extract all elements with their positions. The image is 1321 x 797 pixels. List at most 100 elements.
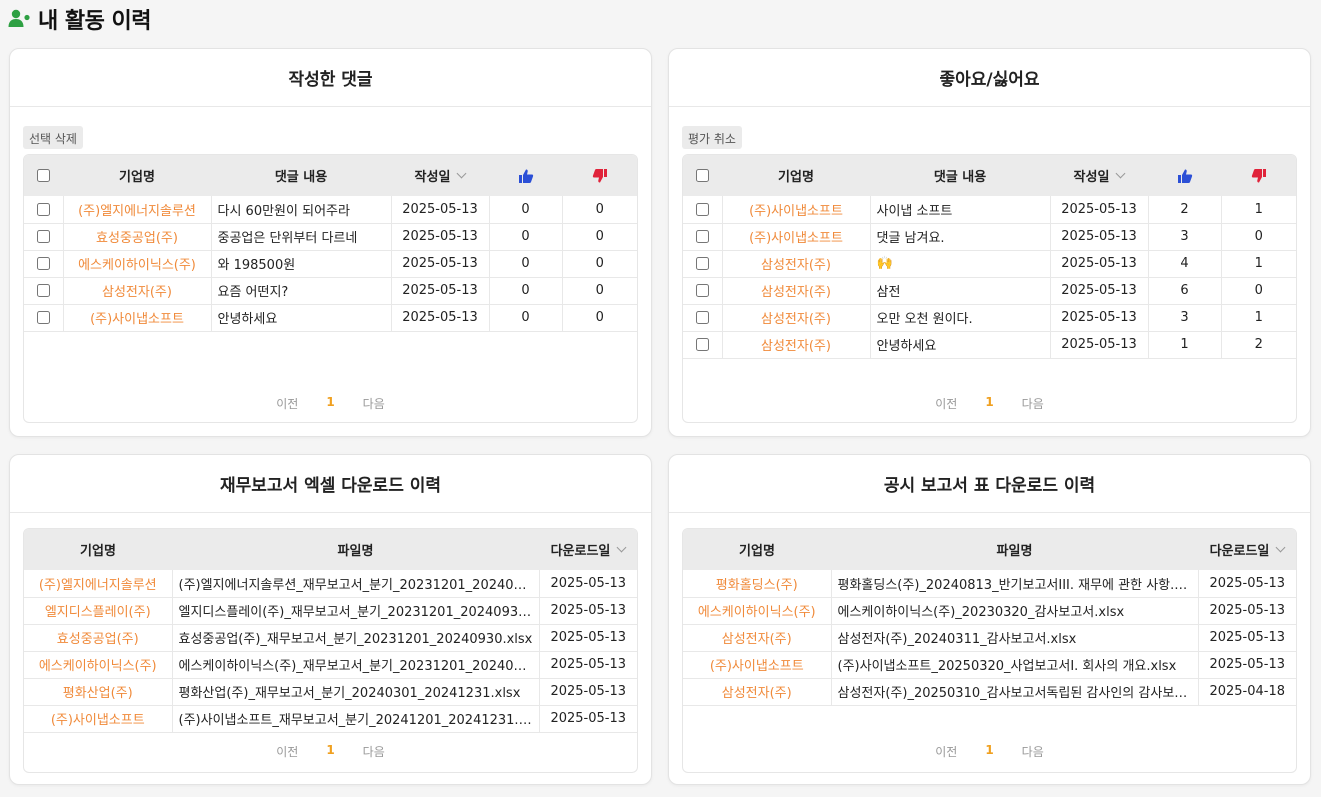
- header-download-date[interactable]: 다운로드일: [539, 529, 637, 570]
- chevron-down-icon[interactable]: [1115, 168, 1126, 179]
- pager-current[interactable]: 1: [326, 395, 334, 412]
- row-checkbox[interactable]: [695, 284, 709, 297]
- chevron-down-icon[interactable]: [616, 542, 627, 553]
- header-date-label: 작성일: [414, 170, 451, 185]
- row-checkbox[interactable]: [695, 257, 709, 270]
- table-row: 평화산업(주) 평화산업(주)_재무보고서_분기_20240301_2024123…: [24, 678, 637, 706]
- reactions-table: 기업명 댓글 내용 작성일 (주)사이냅소프트 사이냅 소프트 2025-05-13…: [682, 154, 1297, 423]
- download-date: 2025-05-13: [1198, 651, 1296, 679]
- dislike-count: 0: [562, 223, 637, 251]
- thumbs-down-icon: [1251, 168, 1266, 182]
- company-link[interactable]: 삼성전자(주): [722, 331, 871, 359]
- select-all-checkbox[interactable]: [37, 169, 50, 182]
- company-link[interactable]: (주)사이냅소프트: [683, 651, 832, 679]
- user-plus-icon: [8, 9, 30, 27]
- comments-pagination: 이전 1 다음: [10, 395, 651, 412]
- pager-next[interactable]: 다음: [1022, 743, 1044, 760]
- pager-next[interactable]: 다음: [363, 743, 385, 760]
- file-name: (주)사이냅소프트_재무보고서_분기_20241201_20241231.xls…: [172, 705, 540, 733]
- table-header-row: 기업명 댓글 내용 작성일: [24, 155, 637, 196]
- pager-prev[interactable]: 이전: [276, 395, 298, 412]
- table-row: 효성중공업(주) 효성중공업(주)_재무보고서_분기_20231201_20240…: [24, 624, 637, 652]
- download-date: 2025-05-13: [539, 678, 637, 706]
- comment-date: 2025-05-13: [391, 196, 490, 224]
- comment-date: 2025-05-13: [391, 223, 490, 251]
- company-link[interactable]: 엘지디스플레이(주): [24, 597, 173, 625]
- company-link[interactable]: (주)사이냅소프트: [24, 705, 173, 733]
- pager-current[interactable]: 1: [985, 395, 993, 412]
- row-select-cell: [683, 277, 723, 305]
- row-select-cell: [24, 196, 64, 224]
- like-count: 3: [1148, 223, 1222, 251]
- file-name: 평화홀딩스(주)_20240813_반기보고서III. 재무에 관한 사항.xl…: [831, 570, 1199, 598]
- delete-selected-button[interactable]: 선택 삭제: [23, 126, 83, 149]
- company-link[interactable]: (주)사이냅소프트: [722, 196, 871, 224]
- company-link[interactable]: 삼성전자(주): [683, 624, 832, 652]
- comment-content: 중공업은 단위부터 다르네: [211, 223, 392, 251]
- company-link[interactable]: (주)엘지에너지솔루션: [24, 570, 173, 598]
- company-link[interactable]: 효성중공업(주): [63, 223, 212, 251]
- page-header: 내 활동 이력: [8, 4, 152, 34]
- company-link[interactable]: 에스케이하이닉스(주): [63, 250, 212, 278]
- company-link[interactable]: (주)사이냅소프트: [63, 304, 212, 332]
- header-date-label: 다운로드일: [1209, 544, 1270, 559]
- row-checkbox[interactable]: [695, 338, 709, 351]
- header-likes: [1148, 155, 1221, 196]
- company-link[interactable]: 평화산업(주): [24, 678, 173, 706]
- row-checkbox[interactable]: [36, 202, 50, 216]
- like-count: 0: [489, 196, 563, 224]
- comment-content: 안녕하세요: [870, 331, 1051, 359]
- table-row: 에스케이하이닉스(주) 에스케이하이닉스(주)_재무보고서_분기_20231201…: [24, 651, 637, 679]
- header-date[interactable]: 작성일: [391, 155, 489, 196]
- company-link[interactable]: 평화홀딩스(주): [683, 570, 832, 598]
- dislike-count: 1: [1221, 304, 1296, 332]
- company-link[interactable]: 삼성전자(주): [722, 250, 871, 278]
- comment-content: 사이냅 소프트: [870, 196, 1051, 224]
- row-checkbox[interactable]: [36, 230, 50, 243]
- download-date: 2025-05-13: [1198, 570, 1296, 598]
- pager-prev[interactable]: 이전: [935, 395, 957, 412]
- company-link[interactable]: (주)엘지에너지솔루션: [63, 196, 212, 224]
- row-checkbox[interactable]: [36, 257, 50, 270]
- comment-content: 와 198500원: [211, 250, 392, 278]
- company-link[interactable]: (주)사이냅소프트: [722, 223, 871, 251]
- company-link[interactable]: 에스케이하이닉스(주): [24, 651, 173, 679]
- row-select-cell: [24, 304, 64, 332]
- pager-prev[interactable]: 이전: [935, 743, 957, 760]
- company-link[interactable]: 효성중공업(주): [24, 624, 173, 652]
- header-date[interactable]: 작성일: [1050, 155, 1148, 196]
- company-link[interactable]: 삼성전자(주): [722, 304, 871, 332]
- header-company: 기업명: [683, 529, 831, 570]
- header-dislikes: [562, 155, 637, 196]
- row-checkbox[interactable]: [36, 284, 50, 297]
- like-count: 0: [489, 304, 563, 332]
- header-download-date[interactable]: 다운로드일: [1198, 529, 1296, 570]
- company-link[interactable]: 삼성전자(주): [722, 277, 871, 305]
- download-date: 2025-05-13: [539, 570, 637, 598]
- company-link[interactable]: 삼성전자(주): [683, 678, 832, 706]
- row-checkbox[interactable]: [36, 311, 50, 324]
- pager-current[interactable]: 1: [985, 743, 993, 760]
- comment-content: 다시 60만원이 되어주라: [211, 196, 392, 224]
- like-count: 4: [1148, 250, 1222, 278]
- chevron-down-icon[interactable]: [1275, 542, 1286, 553]
- file-name: 삼성전자(주)_20250310_감사보고서독립된 감사인의 감사보고...: [831, 678, 1199, 706]
- header-company: 기업명: [63, 155, 211, 196]
- pager-next[interactable]: 다음: [363, 395, 385, 412]
- header-date-label: 작성일: [1073, 170, 1110, 185]
- pager-prev[interactable]: 이전: [276, 743, 298, 760]
- row-checkbox[interactable]: [695, 202, 709, 216]
- company-link[interactable]: 삼성전자(주): [63, 277, 212, 305]
- chevron-down-icon[interactable]: [456, 168, 467, 179]
- like-count: 6: [1148, 277, 1222, 305]
- header-content: 댓글 내용: [870, 155, 1050, 196]
- cancel-rating-button[interactable]: 평가 취소: [682, 126, 742, 149]
- company-link[interactable]: 에스케이하이닉스(주): [683, 597, 832, 625]
- pager-current[interactable]: 1: [326, 743, 334, 760]
- header-dislikes: [1221, 155, 1296, 196]
- row-checkbox[interactable]: [695, 230, 709, 243]
- row-checkbox[interactable]: [695, 311, 709, 324]
- comment-content: 안녕하세요: [211, 304, 392, 332]
- select-all-checkbox[interactable]: [696, 169, 709, 182]
- pager-next[interactable]: 다음: [1022, 395, 1044, 412]
